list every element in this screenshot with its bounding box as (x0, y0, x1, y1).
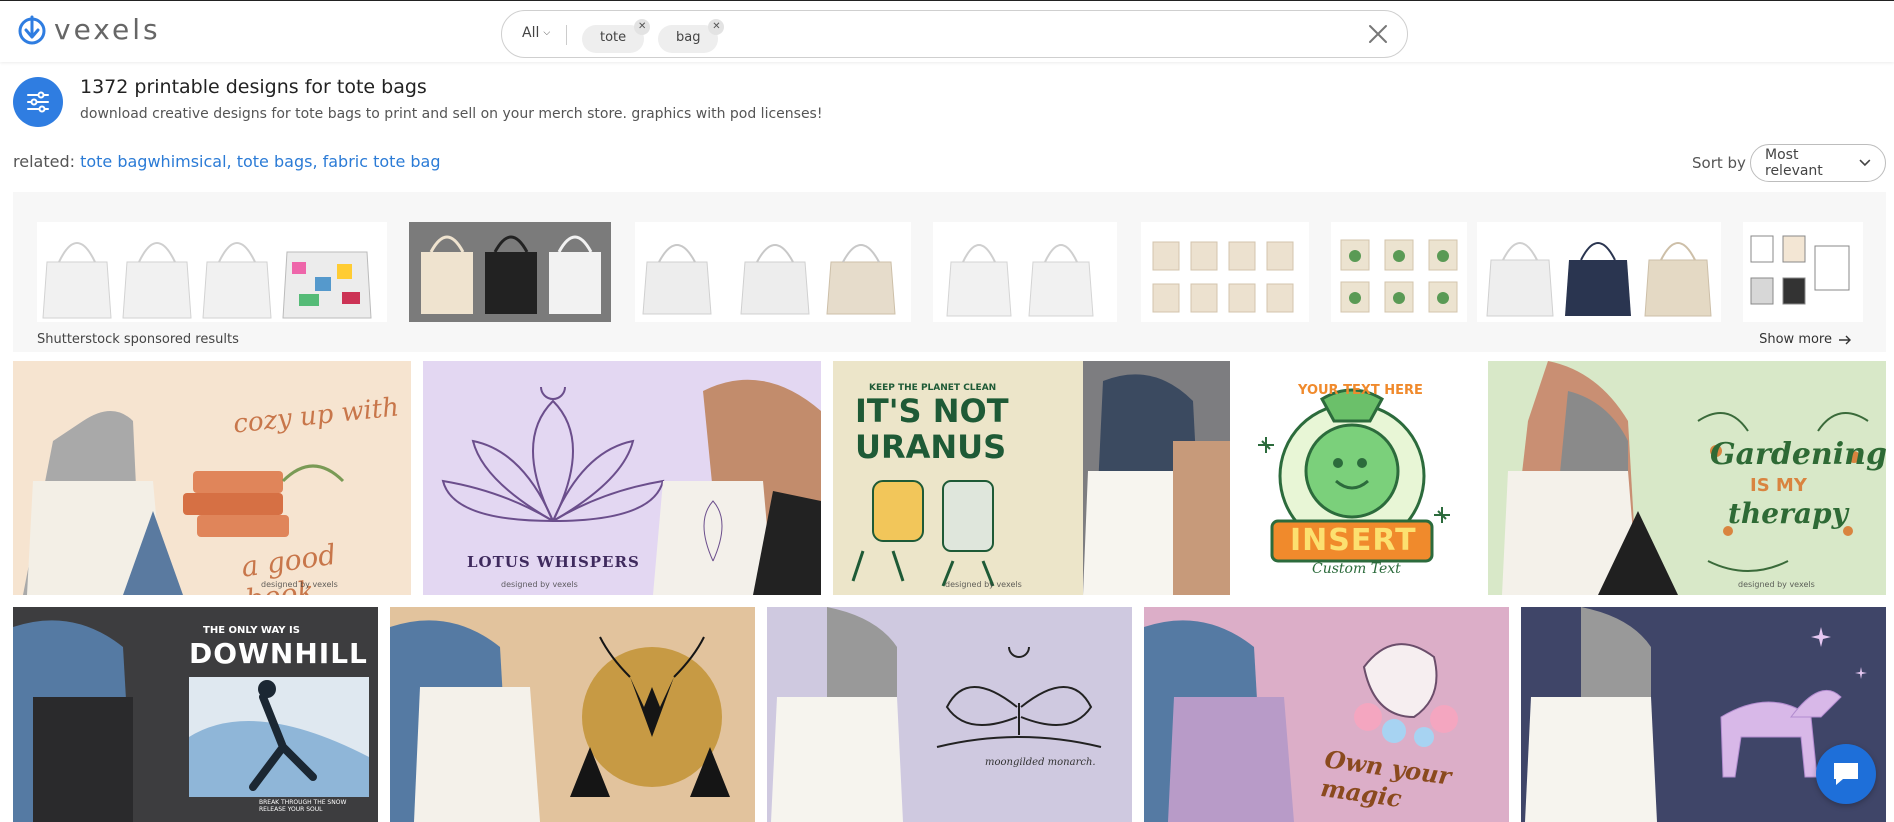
show-more-label: Show more (1759, 332, 1832, 347)
chip-remove-icon[interactable]: ✕ (708, 19, 725, 35)
vexels-logo-icon (18, 15, 46, 44)
design-tagline: moongilded monarch. (985, 757, 1096, 768)
chevron-down-icon: ⌵ (543, 28, 551, 38)
design-tagline: Custom Text (1312, 561, 1401, 577)
related-link[interactable]: tote bags (237, 152, 313, 171)
sponsored-thumbnail[interactable] (635, 222, 911, 322)
related-link[interactable]: fabric tote bag (323, 152, 441, 171)
design-card[interactable]: Own your magic (1144, 607, 1509, 822)
watermark: designed by vexels (261, 580, 338, 589)
site-header: vexels All ⌵ tote ✕ bag ✕ (0, 0, 1894, 62)
search-bar[interactable]: All ⌵ tote ✕ bag ✕ (501, 10, 1408, 58)
design-tagline: therapy (1728, 497, 1848, 530)
design-headline: LOTUS WHISPERS (467, 553, 640, 571)
watermark: designed by vexels (501, 580, 578, 589)
chat-button[interactable] (1816, 744, 1876, 804)
design-card[interactable]: Gardening IS MY therapy designed by vexe… (1488, 361, 1886, 595)
design-card[interactable]: moongilded monarch. (767, 607, 1132, 822)
design-card[interactable]: LOTUS WHISPERS designed by vexels (423, 361, 821, 595)
design-headline: DOWNHILL (189, 637, 368, 670)
filters-button[interactable] (13, 77, 63, 127)
close-icon[interactable] (1365, 21, 1391, 47)
page-subtitle: download creative designs for tote bags … (80, 106, 823, 122)
sponsored-thumbnail[interactable] (1477, 222, 1721, 322)
design-card[interactable]: YOUR TEXT HERE INSERT Custom Text (1242, 361, 1476, 595)
related-label: related: (13, 152, 75, 171)
sponsored-thumbnail[interactable] (1743, 222, 1863, 322)
search-filter-label: All (522, 25, 540, 41)
sponsored-thumbnail[interactable] (1141, 222, 1309, 322)
design-arc-text: YOUR TEXT HERE (1298, 383, 1423, 398)
search-chip-label: bag (676, 30, 701, 45)
watermark: designed by vexels (1738, 580, 1815, 589)
sponsored-results: Shutterstock sponsored results Show more (13, 192, 1886, 352)
sponsored-thumbnail[interactable] (933, 222, 1117, 322)
related-searches: related: tote bagwhimsical, tote bags, f… (13, 152, 441, 171)
design-card[interactable]: cozy up with a good book designed by vex… (13, 361, 411, 595)
sponsored-thumbnail[interactable] (409, 222, 611, 322)
sponsored-label: Shutterstock sponsored results (37, 332, 239, 347)
show-more-link[interactable]: Show more (1759, 332, 1852, 347)
design-mid-text: IS MY (1750, 475, 1807, 496)
design-top-text: THE ONLY WAY IS (203, 625, 300, 636)
related-link[interactable]: tote bagwhimsical (80, 152, 226, 171)
search-divider (566, 25, 567, 45)
search-filter-dropdown[interactable]: All ⌵ (522, 25, 550, 41)
logo-wordmark: vexels (54, 13, 161, 46)
search-chip[interactable]: tote ✕ (582, 19, 651, 53)
design-card[interactable]: KEEP THE PLANET CLEAN IT'S NOT URANUS de… (833, 361, 1230, 595)
arrow-right-icon (1839, 335, 1851, 344)
search-chip-label: tote (600, 30, 627, 45)
sliders-icon (27, 91, 49, 113)
sort-label: Sort by (1692, 154, 1746, 172)
sponsored-thumbnail[interactable] (37, 222, 387, 322)
vexels-logo[interactable]: vexels (16, 13, 161, 46)
design-card[interactable] (390, 607, 755, 822)
chip-remove-icon[interactable]: ✕ (634, 19, 651, 35)
chat-bubble-icon (1834, 763, 1858, 785)
design-headline: Gardening (1710, 437, 1886, 472)
design-tagline: BREAK THROUGH THE SNOW RELEASE YOUR SOUL (259, 799, 347, 813)
design-headline: INSERT (1290, 523, 1417, 558)
chevron-down-icon (1859, 159, 1871, 167)
sponsored-thumbnail[interactable] (1331, 222, 1467, 322)
watermark: designed by vexels (945, 580, 1022, 589)
page-title: 1372 printable designs for tote bags (80, 76, 427, 98)
design-headline: IT'S NOT URANUS (855, 392, 1009, 466)
design-card[interactable]: THE ONLY WAY IS DOWNHILL BREAK THROUGH T… (13, 607, 378, 822)
sort-value: Most relevant (1765, 147, 1823, 179)
sort-dropdown[interactable]: Most relevant (1750, 144, 1886, 182)
search-chip[interactable]: bag ✕ (658, 19, 725, 53)
